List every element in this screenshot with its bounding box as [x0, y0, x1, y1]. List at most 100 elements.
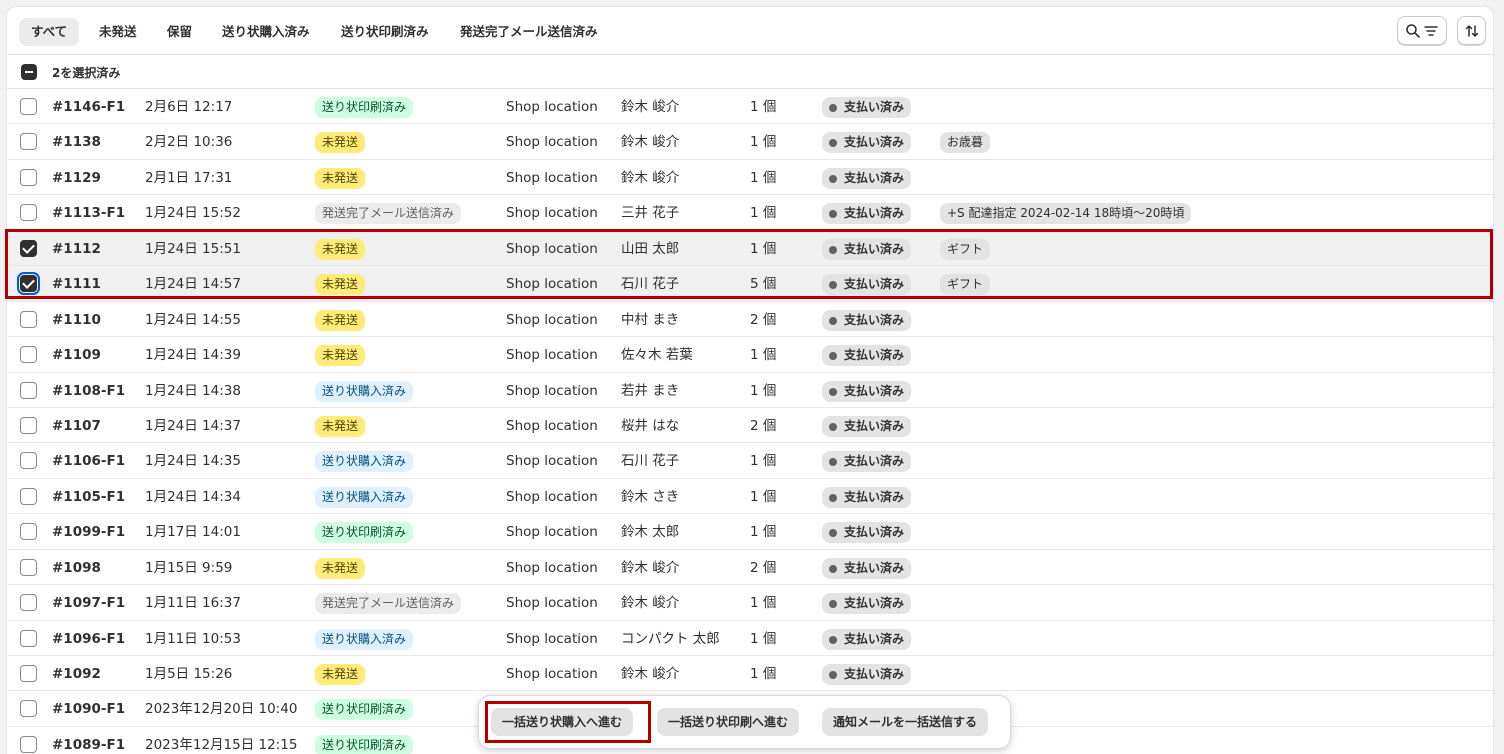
order-number[interactable]: #1113-F1: [52, 204, 125, 222]
fulfillment-status-badge: 未発送: [315, 167, 366, 189]
bulk-print-label-button[interactable]: 一括送り状印刷へ進む: [657, 708, 800, 736]
location: Shop location: [506, 630, 598, 647]
item-quantity: 1 個: [750, 524, 777, 541]
fulfillment-status-badge: 未発送: [315, 238, 366, 260]
row-checkbox[interactable]: [20, 700, 37, 718]
customer-name: 鈴木 峻介: [621, 559, 680, 576]
row-checkbox[interactable]: [20, 523, 37, 541]
row-checkbox[interactable]: [20, 310, 37, 328]
order-number[interactable]: #1098: [52, 559, 101, 577]
fulfillment-status-badge: 送り状印刷済み: [315, 699, 414, 721]
item-quantity: 1 個: [750, 382, 777, 399]
selected-count-label: 2を選択済み: [52, 66, 121, 80]
order-date: 2023年12月15日 12:15: [145, 736, 298, 753]
table-row[interactable]: #1107 1月24日 14:37 未発送 Shop location 桜井 はな 2 個…: [7, 408, 1493, 444]
customer-name: 桜井 はな: [621, 417, 680, 434]
select-all-checkbox[interactable]: [21, 64, 37, 80]
order-number[interactable]: #1096-F1: [52, 630, 125, 648]
order-number[interactable]: #1105-F1: [52, 488, 125, 506]
row-checkbox[interactable]: [20, 168, 37, 186]
table-row[interactable]: #1111 1月24日 14:57 未発送 Shop location 石川 花子 5 個…: [7, 266, 1493, 302]
table-row[interactable]: #1092 1月5日 15:26 未発送 Shop location 鈴木 峻介 1 個 支…: [7, 656, 1493, 692]
item-quantity: 1 個: [750, 205, 777, 222]
row-checkbox[interactable]: [20, 594, 37, 612]
order-number[interactable]: #1089-F1: [52, 736, 125, 754]
table-row[interactable]: #1099-F1 1月17日 14:01 送り状印刷済み Shop location 鈴…: [7, 514, 1493, 550]
row-checkbox[interactable]: [20, 452, 37, 470]
order-date: 1月24日 15:52: [145, 205, 241, 222]
table-row[interactable]: #1108-F1 1月24日 14:38 送り状購入済み Shop location 若…: [7, 373, 1493, 408]
fulfillment-status-badge: 送り状購入済み: [315, 380, 414, 402]
customer-name: 石川 花子: [621, 453, 680, 470]
table-row[interactable]: #1106-F1 1月24日 14:35 送り状購入済み Shop location 石…: [7, 443, 1493, 479]
row-checkbox[interactable]: [20, 558, 37, 576]
table-row[interactable]: #1146-F1 2月6日 12:17 送り状印刷済み Shop location 鈴木…: [7, 89, 1493, 125]
order-date: 1月24日 14:39: [145, 347, 241, 364]
row-checkbox[interactable]: [20, 239, 37, 257]
fulfillment-status-badge: 未発送: [315, 309, 366, 331]
order-number[interactable]: #1109: [52, 346, 101, 364]
customer-name: 山田 太郎: [621, 240, 680, 257]
order-number[interactable]: #1129: [52, 169, 101, 187]
tab-label-purchased[interactable]: 送り状購入済み: [210, 18, 322, 46]
payment-status-badge: 支払い済み: [822, 345, 912, 367]
order-number[interactable]: #1107: [52, 417, 101, 435]
fulfillment-status-badge: 発送完了メール送信済み: [315, 593, 462, 615]
order-number[interactable]: #1090-F1: [52, 700, 125, 718]
search-filter-button[interactable]: [1397, 16, 1447, 45]
row-checkbox[interactable]: [20, 416, 37, 434]
payment-status-badge: 支払い済み: [822, 167, 912, 189]
row-checkbox[interactable]: [20, 735, 37, 753]
table-row[interactable]: #1097-F1 1月11日 16:37 発送完了メール送信済み Shop locat…: [7, 585, 1493, 621]
order-number[interactable]: #1099-F1: [52, 523, 125, 541]
table-row[interactable]: #1129 2月1日 17:31 未発送 Shop location 鈴木 峻介 1 個 支…: [7, 160, 1493, 196]
row-checkbox[interactable]: [20, 487, 37, 505]
customer-name: 鈴木 太郎: [621, 524, 680, 541]
order-number[interactable]: #1097-F1: [52, 594, 125, 612]
order-number[interactable]: #1108-F1: [52, 382, 125, 400]
payment-status-badge: 支払い済み: [822, 238, 912, 260]
table-row[interactable]: #1098 1月15日 9:59 未発送 Shop location 鈴木 峻介 2 個 支…: [7, 550, 1493, 586]
bulk-action-bar: 一括送り状購入へ進む 一括送り状印刷へ進む 通知メールを一括送信する: [478, 695, 1011, 749]
fulfillment-status-badge: 未発送: [315, 132, 366, 154]
table-row[interactable]: #1113-F1 1月24日 15:52 発送完了メール送信済み Shop locat…: [7, 195, 1493, 231]
tab-shipping-email-sent[interactable]: 発送完了メール送信済み: [448, 18, 610, 46]
order-number[interactable]: #1146-F1: [52, 98, 125, 116]
bulk-purchase-label-button[interactable]: 一括送り状購入へ進む: [491, 708, 634, 736]
order-number[interactable]: #1138: [52, 133, 101, 151]
row-checkbox[interactable]: [20, 665, 37, 682]
row-checkbox[interactable]: [20, 204, 37, 222]
order-date: 1月24日 14:55: [145, 311, 241, 328]
tab-on-hold[interactable]: 保留: [155, 18, 204, 46]
bulk-send-notification-button[interactable]: 通知メールを一括送信する: [822, 708, 989, 736]
item-quantity: 2 個: [750, 559, 777, 576]
row-checkbox[interactable]: [20, 381, 37, 399]
order-number[interactable]: #1106-F1: [52, 452, 125, 470]
tab-label-printed[interactable]: 送り状印刷済み: [329, 18, 441, 46]
orders-table: #1146-F1 2月6日 12:17 送り状印刷済み Shop location 鈴木…: [7, 89, 1493, 754]
location: Shop location: [506, 311, 598, 328]
order-tag: ギフト: [940, 238, 991, 260]
row-checkbox[interactable]: [20, 629, 37, 647]
row-checkbox[interactable]: [17, 272, 40, 296]
table-row[interactable]: #1105-F1 1月24日 14:34 送り状購入済み Shop location 鈴…: [7, 479, 1493, 515]
table-row[interactable]: #1109 1月24日 14:39 未発送 Shop location 佐々木 若葉 1 …: [7, 337, 1493, 373]
table-row[interactable]: #1112 1月24日 15:51 未発送 Shop location 山田 太郎 1 個…: [7, 230, 1493, 267]
tab-all[interactable]: すべて: [19, 18, 80, 46]
order-number[interactable]: #1112: [52, 240, 101, 258]
order-date: 2023年12月20日 10:40: [145, 701, 298, 718]
row-checkbox[interactable]: [20, 98, 37, 115]
sort-button[interactable]: [1457, 16, 1486, 45]
order-number[interactable]: #1092: [52, 665, 101, 683]
tab-unshipped[interactable]: 未発送: [87, 18, 149, 46]
table-row[interactable]: #1110 1月24日 14:55 未発送 Shop location 中村 まき 2 個…: [7, 302, 1493, 338]
table-row[interactable]: #1138 2月2日 10:36 未発送 Shop location 鈴木 峻介 1 個 支…: [7, 124, 1493, 160]
row-checkbox[interactable]: [20, 133, 37, 151]
item-quantity: 2 個: [750, 417, 777, 434]
order-number[interactable]: #1110: [52, 311, 101, 329]
table-row[interactable]: #1096-F1 1月11日 10:53 送り状購入済み Shop location コ…: [7, 621, 1493, 656]
row-checkbox[interactable]: [20, 346, 37, 364]
payment-status-badge: 支払い済み: [822, 97, 912, 118]
order-number[interactable]: #1111: [52, 275, 101, 293]
order-date: 1月24日 14:34: [145, 488, 241, 505]
